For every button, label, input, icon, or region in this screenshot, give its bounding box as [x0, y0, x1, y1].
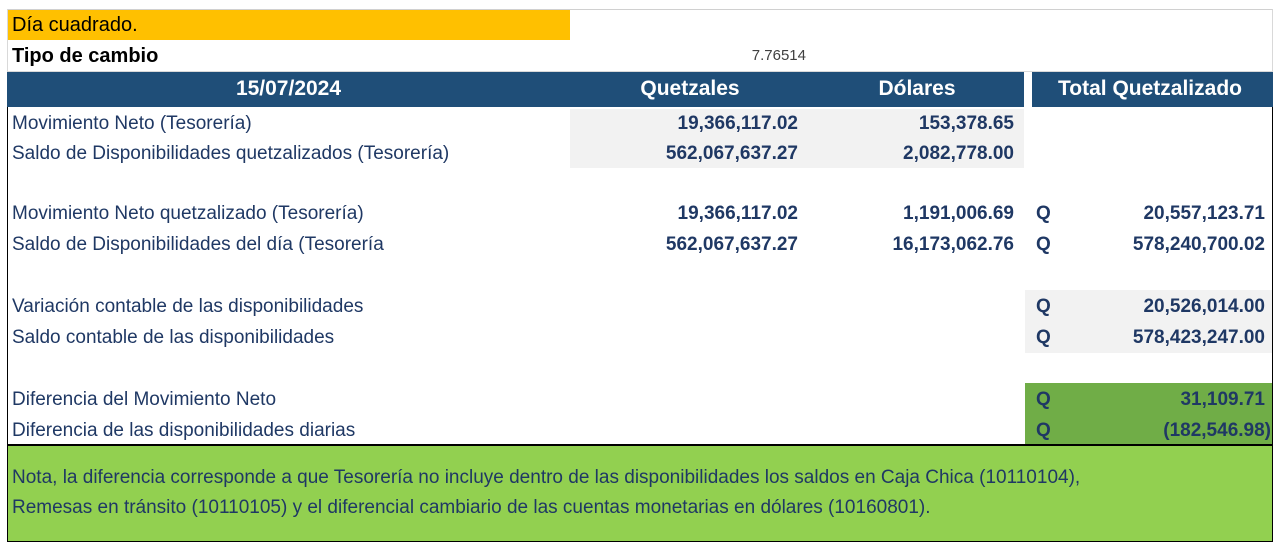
row-label: Movimiento Neto (Tesorería) — [12, 113, 252, 134]
header-total-quetzalizado: Total Quetzalizado — [1058, 77, 1242, 100]
row-total: 578,240,700.02 — [1132, 234, 1265, 255]
header-date: 15/07/2024 — [235, 77, 342, 100]
row-dolares: 16,173,062.76 — [892, 234, 1014, 255]
row-quetzales: 19,366,117.02 — [677, 113, 798, 134]
row-label: Saldo contable de las disponibilidades — [12, 327, 335, 348]
row-quetzales: 19,366,117.02 — [677, 203, 798, 224]
row-currency: Q — [1036, 327, 1051, 348]
note-line-2: Remesas en tránsito (10110105) y el dife… — [12, 497, 931, 518]
exchange-rate-value: 7.76514 — [751, 47, 806, 64]
row-currency: Q — [1036, 420, 1051, 441]
header-quetzales: Quetzales — [640, 77, 740, 100]
row-label: Variación contable de las disponibilidad… — [12, 296, 364, 317]
top-border — [7, 9, 1273, 72]
header-gap — [1024, 72, 1032, 107]
row-total: 578,423,247.00 — [1132, 327, 1265, 348]
row-currency: Q — [1036, 389, 1051, 410]
row-label: Saldo de Disponibilidades del día (Tesor… — [12, 234, 384, 255]
row-label: Movimiento Neto quetzalizado (Tesorería) — [12, 203, 364, 224]
row-currency: Q — [1036, 296, 1051, 317]
row-currency: Q — [1036, 203, 1051, 224]
row-total: 20,557,123.71 — [1143, 203, 1265, 224]
row-label: Diferencia de las disponibilidades diari… — [12, 420, 356, 441]
exchange-rate-label: Tipo de cambio — [12, 45, 159, 67]
row-quetzales: 562,067,637.27 — [665, 143, 798, 164]
row-label: Diferencia del Movimiento Neto — [12, 389, 277, 410]
row-total: (182,546.98) — [1163, 420, 1271, 441]
row-dolares: 1,191,006.69 — [903, 203, 1014, 224]
row-dolares: 153,378.65 — [918, 113, 1014, 134]
row-dolares: 2,082,778.00 — [903, 143, 1014, 164]
row-total: 31,109.71 — [1180, 389, 1265, 410]
row-quetzales: 562,067,637.27 — [665, 234, 798, 255]
note-line-1: Nota, la diferencia corresponde a que Te… — [12, 467, 1081, 488]
row-total: 20,526,014.00 — [1143, 296, 1265, 317]
row-currency: Q — [1036, 234, 1051, 255]
header-dolares: Dólares — [878, 77, 956, 100]
row-label: Saldo de Disponibilidades quetzalizados … — [12, 143, 450, 164]
